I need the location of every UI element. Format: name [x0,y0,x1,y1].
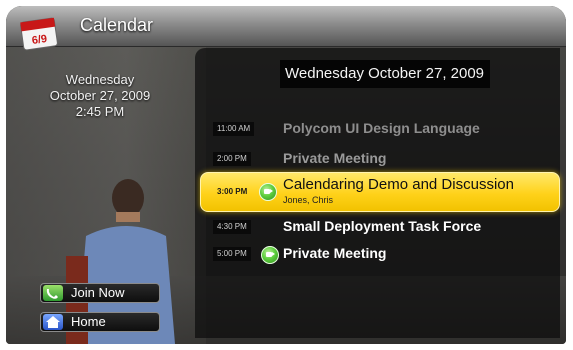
meeting-time: 2:00 PM [213,152,251,166]
current-time: 2:45 PM [75,104,125,119]
video-call-icon [261,246,279,264]
current-date: October 27, 2009 [49,88,151,103]
current-datetime: Wednesday October 27, 2009 2:45 PM [44,72,156,120]
phone-icon [43,285,63,301]
panel-date-label: Wednesday October 27, 2009 [285,65,485,82]
home-label: Home [71,314,106,329]
calendar-icon: 6/9 [20,17,58,51]
meeting-title: Polycom UI Design Language [283,120,480,136]
home-button[interactable]: Home [40,312,160,332]
meeting-title: Calendaring Demo and Discussion [283,176,514,193]
meeting-organizer: Jones, Chris [283,195,334,205]
join-now-label: Join Now [71,285,125,300]
app-title: Calendar [80,15,154,35]
meeting-title: Small Deployment Task Force [283,218,482,234]
meeting-row[interactable]: 4:30 PM Small Deployment Task Force [195,214,560,240]
house-icon [43,314,63,330]
meeting-title: Private Meeting [283,150,387,166]
meeting-title: Private Meeting [283,245,387,261]
video-call-icon [259,183,277,201]
calendar-icon-text: 6/9 [31,33,48,47]
meeting-row[interactable]: 5:00 PM Private Meeting [195,241,560,267]
panel-date-header: Wednesday October 27, 2009 [280,60,490,88]
current-weekday: Wednesday [65,72,135,87]
meeting-time: 3:00 PM [217,187,248,196]
meeting-row[interactable]: 11:00 AM Polycom UI Design Language [195,116,560,142]
meeting-time: 4:30 PM [213,220,251,234]
meeting-time: 11:00 AM [213,122,255,136]
meeting-row-selected[interactable]: 3:00 PM Calendaring Demo and Discussion … [200,172,560,212]
meeting-row[interactable]: 2:00 PM Private Meeting [195,146,560,172]
meeting-time: 5:00 PM [213,247,251,261]
join-now-button[interactable]: Join Now [40,283,160,303]
